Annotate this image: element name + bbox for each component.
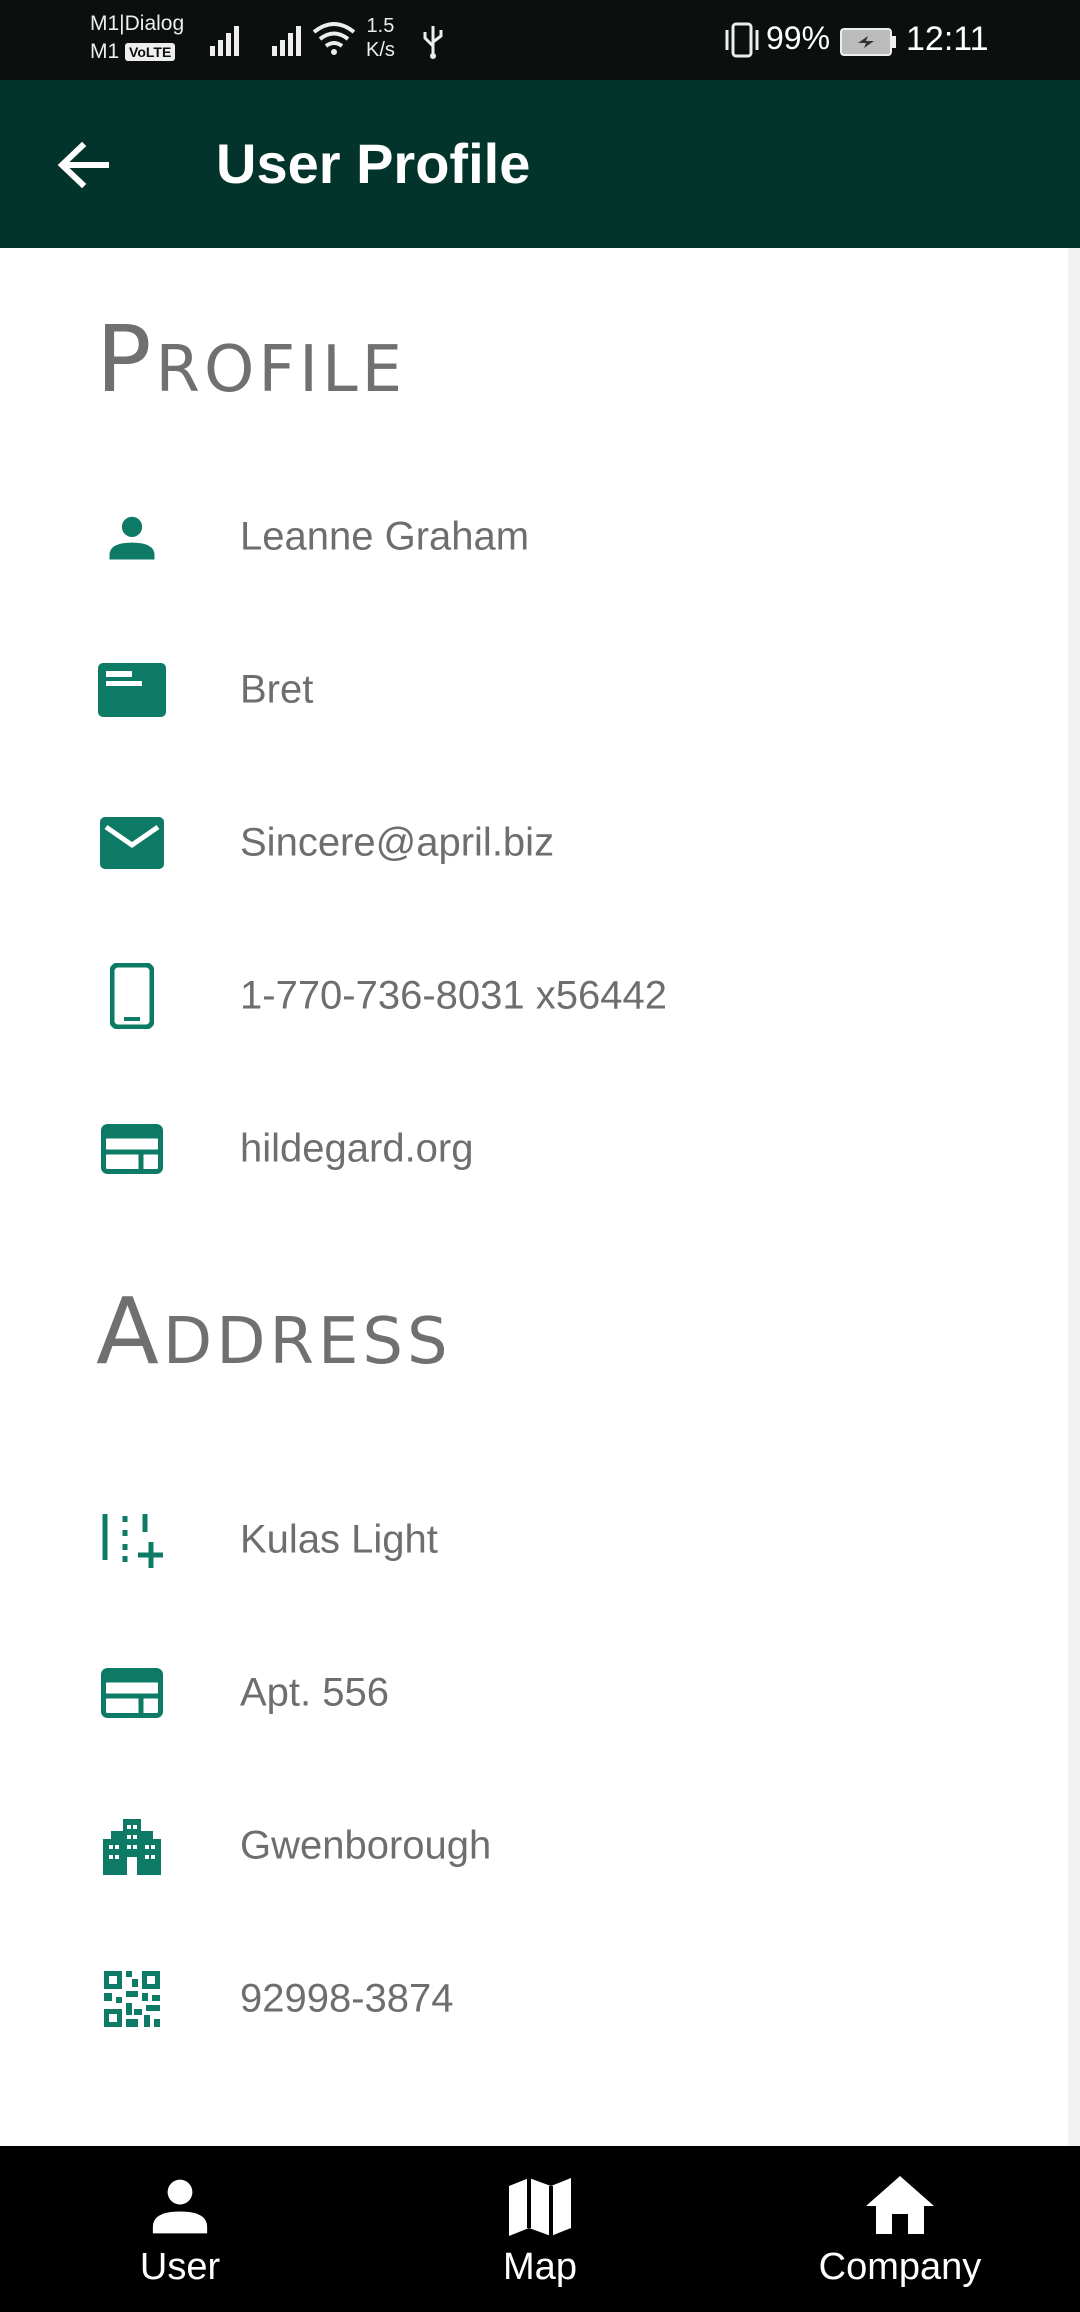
- status-bar: M1|Dialog M1 VoLTE 1.5 K/s 99% 12:11: [0, 0, 1080, 80]
- street-icon: [96, 1504, 168, 1576]
- city: Gwenborough: [240, 1823, 492, 1868]
- nav-label-map: Map: [503, 2246, 577, 2288]
- speed-unit: K/s: [366, 39, 395, 61]
- website: hildegard.org: [240, 1126, 474, 1171]
- profile-content: Profile Leanne Graham Bret Sincere@april…: [0, 248, 1068, 2146]
- profile-row-name: Leanne Graham: [0, 462, 1068, 612]
- battery-percent: 99%: [766, 20, 831, 56]
- arrow-back-icon: [57, 141, 109, 189]
- carrier-line-1: M1|Dialog: [90, 12, 185, 35]
- speed-value: 1.5: [366, 15, 395, 37]
- address-row-street: Kulas Light: [0, 1465, 1068, 1615]
- username: Bret: [240, 667, 314, 712]
- profile-heading: Profile: [96, 306, 407, 413]
- back-button[interactable]: [50, 132, 116, 198]
- address-row-suite: Apt. 556: [0, 1618, 1068, 1768]
- signal-icon: [210, 26, 239, 56]
- user-name: Leanne Graham: [240, 514, 530, 559]
- web-icon: [96, 1657, 168, 1729]
- usb-icon: [423, 26, 443, 59]
- phone-icon: [96, 960, 168, 1032]
- scrollbar-track[interactable]: [1068, 248, 1080, 2146]
- nav-item-company[interactable]: Company: [720, 2146, 1080, 2312]
- qr-code-icon: [96, 1963, 168, 2035]
- profile-row-email: Sincere@april.biz: [0, 768, 1068, 918]
- email: Sincere@april.biz: [240, 820, 555, 865]
- address-row-zipcode: 92998-3874: [0, 1924, 1068, 2074]
- battery-icon: [840, 28, 896, 56]
- address-heading: Address: [96, 1278, 452, 1385]
- vibrate-icon: [725, 22, 759, 58]
- person-icon: [96, 501, 168, 573]
- city-icon: [96, 1810, 168, 1882]
- nav-item-map[interactable]: Map: [360, 2146, 720, 2312]
- page-title: User Profile: [216, 132, 531, 195]
- carrier-name: M1: [90, 40, 120, 63]
- home-icon: [866, 2176, 934, 2234]
- nav-label-company: Company: [818, 2246, 982, 2288]
- profile-row-username: Bret: [0, 615, 1068, 765]
- bottom-navigation: User Map Company: [0, 2146, 1080, 2312]
- network-speed: 1.5 K/s: [366, 14, 395, 62]
- signal-icon-2: [272, 26, 301, 56]
- map-icon: [509, 2178, 571, 2236]
- person-icon: [152, 2179, 208, 2234]
- id-card-icon: [96, 654, 168, 726]
- clock: 12:11: [906, 20, 989, 58]
- carrier-line-2: M1 VoLTE: [90, 38, 184, 66]
- carrier-info: M1|Dialog M1 VoLTE: [90, 10, 184, 66]
- profile-row-website: hildegard.org: [0, 1074, 1068, 1224]
- volte-badge: VoLTE: [125, 43, 176, 62]
- nav-label-user: User: [139, 2246, 221, 2288]
- street: Kulas Light: [240, 1517, 438, 1562]
- zipcode: 92998-3874: [240, 1976, 454, 2021]
- wifi-icon: [312, 22, 356, 55]
- profile-row-phone: 1-770-736-8031 x56442: [0, 921, 1068, 1071]
- app-bar: User Profile: [0, 80, 1080, 248]
- nav-item-user[interactable]: User: [0, 2146, 360, 2312]
- address-row-city: Gwenborough: [0, 1771, 1068, 1921]
- mail-icon: [96, 807, 168, 879]
- web-icon: [96, 1113, 168, 1185]
- phone: 1-770-736-8031 x56442: [240, 973, 668, 1018]
- suite: Apt. 556: [240, 1670, 390, 1715]
